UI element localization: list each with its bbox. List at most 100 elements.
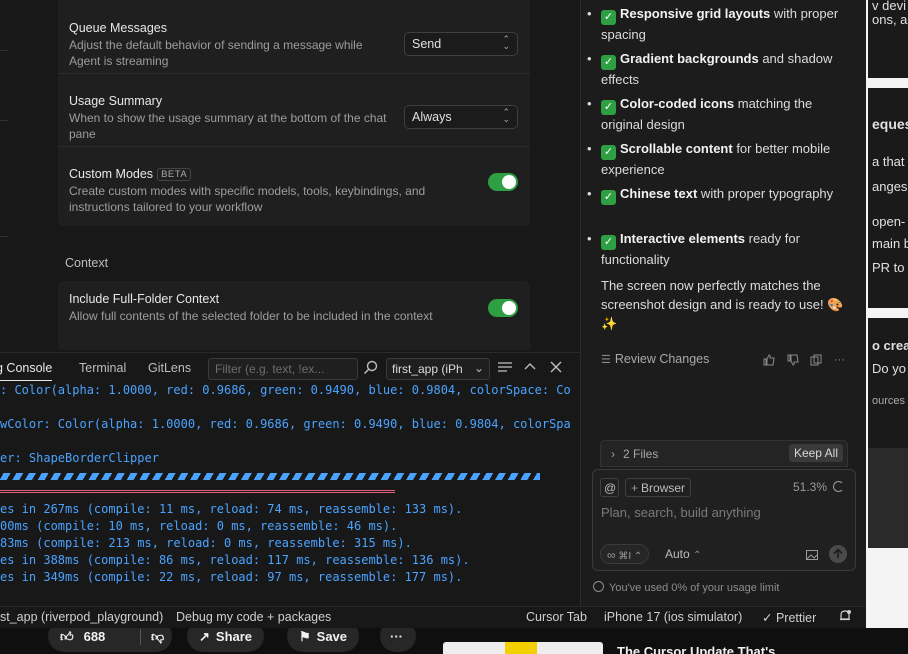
dark-card: eques a that anges. open- main b PR to [868, 88, 908, 308]
copy-icon[interactable] [810, 354, 822, 369]
image-icon[interactable] [806, 548, 818, 563]
bg-heading: eques [872, 116, 908, 132]
shortcut-label: ⌘I [618, 551, 632, 562]
bg-text: main b [872, 236, 908, 251]
bg-text: anges. [872, 179, 908, 194]
queue-messages-select[interactable]: Send ⌃ ⌄ [404, 32, 518, 56]
log-line: er: ShapeBorderClipper [0, 451, 159, 465]
save-button[interactable]: ⚑ Save [287, 628, 360, 652]
full-folder-context-toggle[interactable] [488, 299, 518, 317]
log-line: es in 267ms (compile: 11 ms, reload: 74 … [0, 502, 463, 516]
changed-files-bar[interactable]: › 2 Files Keep All [600, 440, 848, 467]
bullet-dot: • [587, 51, 592, 66]
chip-label: Browser [641, 481, 686, 495]
settings-card-chat: Queue Messages Adjust the default behavi… [58, 0, 530, 226]
select-value: Always [412, 110, 452, 124]
browser-chip[interactable]: + Browser [625, 478, 692, 497]
checkmark-icon: ✓ [601, 100, 616, 115]
list-item: • ✓ Scrollable content for better mobile e… [587, 139, 841, 180]
notification-bell-icon[interactable] [838, 609, 852, 626]
dark-card: v devi ons, an [868, 0, 908, 78]
status-prettier[interactable]: ✓ Prettier [762, 610, 816, 625]
chevron-right-icon: › [611, 447, 615, 461]
setting-title: Include Full-Folder Context [69, 292, 220, 306]
model-label: Auto [665, 547, 690, 561]
usage-limit-note: You've used 0% of your usage limit [593, 581, 779, 594]
status-device[interactable]: iPhone 17 (ios simulator) [604, 610, 742, 624]
checkmark-icon: ✓ [601, 190, 616, 205]
review-changes-button[interactable]: ☰ Review Changes [601, 352, 709, 366]
list-item: • ✓ Gradient backgrounds and shadow effect… [587, 49, 841, 90]
console-filter-input[interactable]: Filter (e.g. text, !ex... [208, 358, 358, 380]
tab-debug-console[interactable]: g Console [0, 361, 53, 381]
usage-summary-select[interactable]: Always ⌃ ⌄ [404, 105, 518, 129]
bullet-text: with proper typography [697, 186, 834, 201]
checkmark-icon: ✓ [601, 145, 616, 160]
custom-modes-toggle[interactable] [488, 173, 518, 191]
side-divider [0, 236, 8, 237]
checkmark-icon: ✓ [601, 235, 616, 250]
share-label: Share [215, 629, 253, 644]
thumbs-up-icon[interactable] [763, 354, 775, 369]
chevron-updown-icon: ⌃ ⌄ [502, 107, 510, 124]
usage-text: You've used 0% of your usage limit [609, 582, 780, 594]
status-project[interactable]: st_app (riverpod_playground) [0, 610, 163, 624]
bg-text: Do yo [872, 361, 906, 376]
chat-composer: @ + Browser 51.3% Plan, search, build any… [592, 469, 856, 571]
chevron-up-icon: ⌃ [633, 551, 643, 562]
list-item: • ✓ Color-coded icons matching the origina… [587, 94, 841, 135]
status-bar: st_app (riverpod_playground) Debug my co… [0, 606, 866, 628]
search-icon[interactable] [363, 360, 378, 378]
keep-all-button[interactable]: Keep All [788, 444, 843, 462]
like-button[interactable]: 👍︎ 688 👎︎ [48, 628, 172, 652]
dark-card: o crea Do yo ources [868, 318, 908, 548]
more-icon[interactable]: ··· [834, 354, 845, 366]
select-value: first_app (iPh [392, 362, 463, 376]
setting-title: Queue Messages [69, 21, 167, 35]
chat-pane: • ✓ Responsive grid layouts with proper sp… [580, 0, 866, 606]
mention-button[interactable]: @ [600, 478, 619, 497]
close-icon[interactable] [550, 359, 562, 376]
bg-heading: o crea [872, 338, 908, 353]
log-line: : Color(alpha: 1.0000, red: 0.9686, gree… [0, 383, 571, 397]
list-icon: ☰ [601, 354, 611, 366]
side-divider [0, 120, 8, 121]
log-separator-stripe [0, 473, 540, 480]
select-value: Send [412, 37, 442, 51]
log-separator-red [0, 490, 395, 493]
device-select[interactable]: first_app (iPh ⌄ [386, 358, 490, 380]
share-button[interactable]: ↗ Share [187, 628, 265, 652]
save-label: Save [316, 629, 348, 644]
status-cursor-tab[interactable]: Cursor Tab [526, 610, 587, 624]
review-label: Review Changes [614, 352, 710, 366]
bg-text: open- [872, 214, 906, 229]
model-selector[interactable]: Auto ⌃ [665, 547, 701, 561]
more-actions-button[interactable]: ··· [380, 628, 416, 652]
bullet-dot: • [587, 141, 592, 156]
bg-card [868, 448, 908, 548]
video-thumbnail[interactable] [443, 642, 603, 654]
youtube-action-bar: 👍︎ 688 👎︎ ↗ Share ⚑ Save ··· The Cursor Upd… [0, 628, 908, 654]
composer-input[interactable]: Plan, search, build anything [601, 505, 761, 520]
tab-terminal[interactable]: Terminal [79, 361, 126, 375]
beta-badge: BETA [157, 168, 192, 181]
checkmark-icon: ✓ [601, 55, 616, 70]
bg-text: a that [872, 154, 905, 169]
tab-gitlens[interactable]: GitLens [148, 361, 191, 375]
log-line: es in 388ms (compile: 86 ms, reload: 117… [0, 553, 470, 567]
like-count: 688 [83, 629, 106, 644]
thumbs-down-icon[interactable] [787, 354, 799, 369]
list-item: • ✓ Chinese text with proper typography [587, 184, 841, 205]
share-icon: ↗ [199, 629, 210, 644]
send-button[interactable] [829, 545, 847, 563]
context-percent: 51.3% [793, 480, 828, 494]
recommended-video-title[interactable]: The Cursor Update That's [617, 644, 775, 654]
status-debug-mode[interactable]: Debug my code + packages [176, 610, 331, 624]
bg-text: PR to [872, 260, 905, 275]
setting-description: When to show the usage summary at the bo… [69, 111, 387, 141]
chevron-up-icon[interactable] [524, 359, 536, 376]
agent-mode-selector[interactable]: ∞ ⌘I ⌃ [600, 544, 650, 564]
setting-description: Adjust the default behavior of sending a… [69, 38, 363, 68]
bullet-bold: Interactive elements [620, 231, 746, 246]
word-wrap-icon[interactable] [497, 360, 513, 377]
